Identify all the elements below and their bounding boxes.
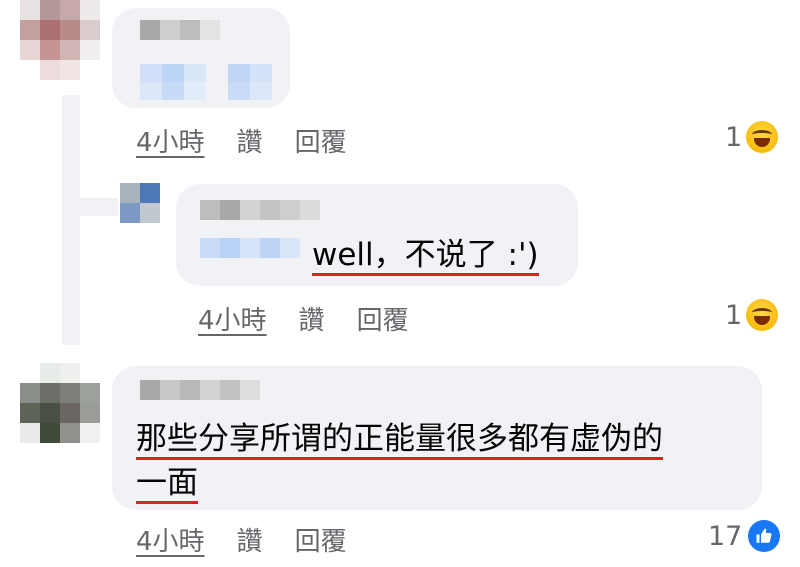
- author-name[interactable]: [140, 380, 260, 400]
- thumbs-up-icon: [756, 528, 772, 543]
- timestamp-link[interactable]: 4小時: [136, 122, 205, 159]
- comment-actions: 4小時 讚 回覆: [136, 521, 347, 558]
- like-button[interactable]: 讚: [237, 521, 263, 558]
- comment-text-line-1: 那些分享所谓的正能量很多都有虚伪的: [136, 421, 663, 460]
- comment-text: [140, 64, 272, 100]
- avatar[interactable]: [120, 183, 160, 223]
- reply-button[interactable]: 回覆: [295, 521, 347, 558]
- laugh-emoji-icon: [746, 121, 779, 153]
- comment-text-line-2: 一面: [136, 465, 198, 504]
- reaction-count: 1: [725, 299, 743, 331]
- comment-actions: 4小時 讚 回覆: [198, 300, 409, 337]
- reply-connector: [62, 198, 118, 216]
- reply-button[interactable]: 回覆: [295, 122, 347, 159]
- avatar[interactable]: [20, 0, 100, 80]
- reaction-count: 1: [725, 121, 743, 153]
- thread-line: [62, 95, 80, 345]
- laugh-emoji-icon: [746, 299, 779, 331]
- comment-text: well，不说了 :'): [312, 237, 539, 276]
- reaction-summary[interactable]: 1: [725, 121, 779, 153]
- like-button[interactable]: 讚: [237, 122, 263, 159]
- like-icon: [748, 520, 781, 552]
- reaction-count: 17: [708, 520, 743, 552]
- reply-button[interactable]: 回覆: [357, 300, 409, 337]
- reaction-summary[interactable]: 1: [725, 299, 779, 331]
- author-name[interactable]: [200, 200, 320, 220]
- like-button[interactable]: 讚: [299, 300, 325, 337]
- comment-actions: 4小時 讚 回覆: [136, 122, 347, 159]
- comment-bubble: 那些分享所谓的正能量很多都有虚伪的 一面: [112, 366, 762, 510]
- author-name[interactable]: [140, 20, 220, 40]
- reaction-summary[interactable]: 17: [708, 520, 781, 552]
- avatar[interactable]: [20, 363, 100, 443]
- comment-bubble: [112, 8, 290, 108]
- author-blur: [200, 238, 300, 258]
- comment-bubble: well，不说了 :'): [176, 184, 578, 286]
- timestamp-link[interactable]: 4小時: [136, 521, 205, 558]
- timestamp-link[interactable]: 4小時: [198, 300, 267, 337]
